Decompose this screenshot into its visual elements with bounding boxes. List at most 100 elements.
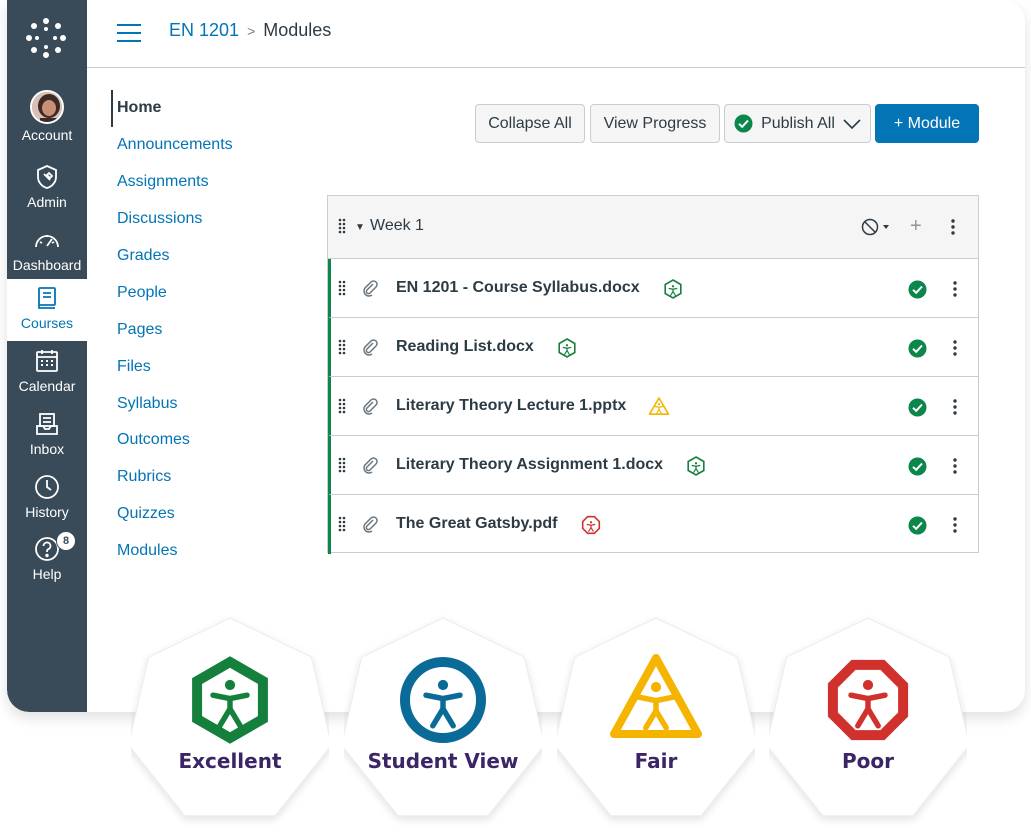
nav-admin[interactable]: Admin bbox=[7, 158, 87, 220]
nav-dashboard[interactable]: Dashboard bbox=[7, 221, 87, 283]
published-check-icon bbox=[734, 114, 753, 133]
more-options-icon[interactable] bbox=[953, 281, 957, 297]
canvas-logo-icon[interactable] bbox=[24, 16, 68, 60]
drag-handle-icon[interactable] bbox=[338, 280, 346, 296]
course-nav-home[interactable]: Home bbox=[111, 90, 291, 127]
nav-calendar-label: Calendar bbox=[18, 378, 76, 394]
module-item-name[interactable]: EN 1201 - Course Syllabus.docx bbox=[396, 279, 640, 297]
more-options-icon[interactable] bbox=[953, 517, 957, 533]
module-item-row[interactable]: Literary Theory Assignment 1.docx bbox=[328, 436, 978, 495]
collapse-all-label: Collapse All bbox=[488, 114, 572, 132]
course-nav-rubrics[interactable]: Rubrics bbox=[111, 459, 291, 496]
course-nav-quizzes[interactable]: Quizzes bbox=[111, 496, 291, 533]
nav-help-label: Help bbox=[32, 566, 62, 582]
course-nav-people[interactable]: People bbox=[111, 274, 291, 311]
inbox-icon bbox=[34, 411, 60, 437]
attachment-paperclip-icon bbox=[363, 457, 378, 474]
drag-handle-icon[interactable] bbox=[338, 516, 346, 532]
drag-handle-icon[interactable] bbox=[338, 457, 346, 473]
nav-history[interactable]: History bbox=[7, 468, 87, 530]
speedometer-icon bbox=[34, 227, 60, 253]
accessibility-excellent-icon[interactable] bbox=[662, 278, 684, 300]
add-item-plus-icon[interactable]: + bbox=[910, 215, 922, 238]
published-check-icon[interactable] bbox=[908, 398, 927, 417]
module-item-row[interactable]: Reading List.docx bbox=[328, 318, 978, 377]
course-nav-modules[interactable]: Modules bbox=[111, 533, 291, 570]
published-check-icon[interactable] bbox=[908, 339, 927, 358]
nav-calendar[interactable]: Calendar bbox=[7, 342, 87, 404]
help-notification-badge: 8 bbox=[56, 531, 76, 551]
global-nav: Account Admin Dashboard Courses Calendar… bbox=[7, 0, 87, 712]
course-nav-discussions[interactable]: Discussions bbox=[111, 201, 291, 238]
collapse-all-button[interactable]: Collapse All bbox=[475, 104, 585, 143]
breadcrumb-current: Modules bbox=[263, 20, 332, 40]
nav-inbox-label: Inbox bbox=[29, 441, 65, 457]
attachment-paperclip-icon bbox=[363, 339, 378, 356]
legend-card-excellent: Excellent bbox=[131, 612, 329, 828]
accessibility-fair-icon[interactable] bbox=[648, 396, 670, 418]
module-item-name[interactable]: Literary Theory Lecture 1.pptx bbox=[396, 397, 626, 415]
accessibility-poor-icon[interactable] bbox=[580, 514, 602, 536]
view-progress-button[interactable]: View Progress bbox=[590, 104, 720, 143]
legend-card-poor: Poor bbox=[769, 612, 967, 828]
course-nav-grades[interactable]: Grades bbox=[111, 238, 291, 275]
nav-history-label: History bbox=[25, 504, 69, 520]
drag-handle-icon[interactable] bbox=[338, 339, 346, 355]
published-check-icon[interactable] bbox=[908, 280, 927, 299]
course-nav-outcomes[interactable]: Outcomes bbox=[111, 422, 291, 459]
module-title: Week 1 bbox=[370, 217, 424, 234]
breadcrumb-course-link[interactable]: EN 1201 bbox=[169, 20, 239, 41]
nav-account[interactable]: Account bbox=[7, 86, 87, 148]
legend-card-background bbox=[769, 617, 967, 817]
more-options-icon[interactable] bbox=[953, 340, 957, 356]
module-item-row[interactable]: Literary Theory Lecture 1.pptx bbox=[328, 377, 978, 436]
course-nav-pages[interactable]: Pages bbox=[111, 311, 291, 348]
course-nav-files[interactable]: Files bbox=[111, 348, 291, 385]
add-module-label: + Module bbox=[893, 114, 961, 132]
course-nav: Home Announcements Assignments Discussio… bbox=[111, 90, 291, 570]
module-header[interactable]: ▼ Week 1 + bbox=[328, 196, 978, 259]
legend-card-background bbox=[557, 617, 755, 817]
legend-card-background bbox=[344, 617, 542, 817]
book-icon bbox=[34, 285, 60, 311]
legend-label: Poor bbox=[841, 749, 894, 773]
chevron-down-icon bbox=[843, 118, 861, 129]
add-module-button[interactable]: + Module bbox=[875, 104, 979, 143]
accessibility-excellent-icon[interactable] bbox=[685, 455, 707, 477]
module-item-name[interactable]: Reading List.docx bbox=[396, 338, 534, 356]
attachment-paperclip-icon bbox=[363, 516, 378, 533]
calendar-icon bbox=[34, 348, 60, 374]
legend-card-fair: Fair bbox=[557, 612, 755, 828]
course-nav-syllabus[interactable]: Syllabus bbox=[111, 385, 291, 422]
legend-label: Excellent bbox=[178, 749, 282, 773]
nav-inbox[interactable]: Inbox bbox=[7, 405, 87, 467]
accessibility-excellent-icon[interactable] bbox=[556, 337, 578, 359]
drag-handle-icon[interactable] bbox=[338, 218, 346, 234]
published-check-icon[interactable] bbox=[908, 457, 927, 476]
drag-handle-icon[interactable] bbox=[338, 398, 346, 414]
more-options-icon[interactable] bbox=[953, 399, 957, 415]
module-item-row[interactable]: The Great Gatsby.pdf bbox=[328, 495, 978, 554]
legend-card-student-view: Student View bbox=[344, 612, 542, 828]
publish-all-button[interactable]: Publish All bbox=[724, 104, 871, 143]
unpublished-ban-icon[interactable] bbox=[861, 218, 891, 236]
module-item-name[interactable]: Literary Theory Assignment 1.docx bbox=[396, 456, 663, 474]
published-check-icon[interactable] bbox=[908, 516, 927, 535]
legend-label: Student View bbox=[367, 749, 519, 773]
view-progress-label: View Progress bbox=[603, 114, 707, 132]
legend-label: Fair bbox=[634, 749, 678, 773]
nav-courses[interactable]: Courses bbox=[7, 279, 87, 341]
breadcrumb: EN 1201 > Modules bbox=[169, 20, 331, 41]
module-item-row[interactable]: EN 1201 - Course Syllabus.docx bbox=[328, 259, 978, 318]
shield-wrench-icon bbox=[34, 164, 60, 190]
module-item-name[interactable]: The Great Gatsby.pdf bbox=[396, 515, 558, 533]
more-options-icon[interactable] bbox=[953, 458, 957, 474]
course-nav-announcements[interactable]: Announcements bbox=[111, 127, 291, 164]
collapse-caret-icon[interactable]: ▼ bbox=[355, 222, 365, 233]
nav-dashboard-label: Dashboard bbox=[12, 257, 82, 273]
more-options-icon[interactable] bbox=[951, 219, 955, 235]
hamburger-menu-icon[interactable] bbox=[117, 24, 141, 42]
course-nav-assignments[interactable]: Assignments bbox=[111, 164, 291, 201]
legend-card-background bbox=[131, 617, 329, 817]
nav-courses-label: Courses bbox=[20, 315, 74, 331]
